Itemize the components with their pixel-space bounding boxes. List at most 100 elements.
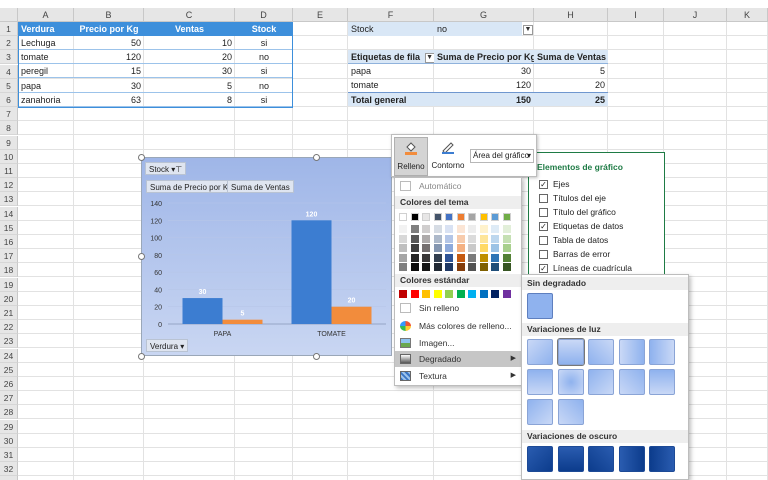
row-header[interactable]: 24: [0, 348, 18, 363]
color-swatch[interactable]: [422, 290, 430, 298]
color-swatch[interactable]: [445, 263, 453, 271]
color-swatch[interactable]: [410, 225, 419, 233]
row-header[interactable]: 14: [0, 206, 18, 221]
color-swatch[interactable]: [502, 213, 511, 221]
menu-item-gradient[interactable]: Degradado ▶: [395, 351, 521, 367]
column-header[interactable]: G: [434, 8, 534, 22]
checkbox[interactable]: [539, 208, 548, 218]
color-swatch[interactable]: [491, 213, 499, 221]
row-header[interactable]: 2: [0, 36, 18, 51]
row-header[interactable]: 17: [0, 249, 18, 264]
color-swatch[interactable]: [456, 244, 465, 252]
color-swatch[interactable]: [433, 263, 442, 271]
color-swatch[interactable]: [410, 290, 419, 298]
row-header[interactable]: 28: [0, 405, 18, 420]
color-swatch[interactable]: [422, 244, 430, 252]
outline-button[interactable]: Contorno: [430, 137, 466, 176]
menu-item-automatic[interactable]: Automático: [395, 178, 521, 194]
gradient-swatch[interactable]: [649, 446, 675, 472]
row-header[interactable]: 7: [0, 107, 18, 122]
row-header[interactable]: 15: [0, 220, 18, 235]
color-swatch[interactable]: [456, 253, 465, 262]
color-swatch[interactable]: [479, 290, 488, 298]
row-header[interactable]: 31: [0, 448, 18, 462]
color-swatch[interactable]: [479, 253, 488, 262]
color-swatch[interactable]: [422, 263, 430, 271]
column-header[interactable]: E: [293, 8, 348, 22]
color-swatch[interactable]: [433, 225, 442, 233]
menu-item-more-colors[interactable]: Más colores de relleno...: [395, 318, 521, 334]
no-gradient-swatch[interactable]: [527, 293, 553, 319]
color-swatch[interactable]: [399, 263, 407, 271]
row-header[interactable]: 18: [0, 263, 18, 278]
color-swatch[interactable]: [491, 244, 499, 252]
row-header[interactable]: 3: [0, 50, 18, 65]
checkbox[interactable]: [539, 194, 548, 204]
fill-button[interactable]: Relleno: [394, 137, 428, 176]
gradient-swatch[interactable]: [619, 369, 645, 395]
column-header[interactable]: J: [664, 8, 727, 22]
column-header[interactable]: K: [727, 8, 768, 22]
gradient-swatch[interactable]: [527, 446, 553, 472]
color-swatch[interactable]: [502, 263, 511, 271]
row-header[interactable]: 26: [0, 377, 18, 391]
color-swatch[interactable]: [433, 290, 442, 298]
pivot-row-label-header[interactable]: Etiquetas de fila ▼: [348, 50, 434, 64]
color-swatch[interactable]: [479, 213, 488, 221]
row-header[interactable]: 10: [0, 149, 18, 164]
menu-item-texture[interactable]: Textura ▶: [395, 368, 521, 384]
row-header[interactable]: 23: [0, 334, 18, 349]
gradient-swatch[interactable]: [527, 369, 553, 395]
color-swatch[interactable]: [399, 225, 407, 233]
color-swatch[interactable]: [433, 253, 442, 262]
color-swatch[interactable]: [468, 263, 476, 271]
gradient-swatch[interactable]: [588, 446, 614, 472]
color-swatch[interactable]: [445, 244, 453, 252]
chart-element-option[interactable]: Título del gráfico: [539, 205, 616, 219]
column-header[interactable]: A: [18, 8, 74, 22]
gradient-swatch[interactable]: [558, 399, 584, 425]
color-swatch[interactable]: [410, 263, 419, 271]
color-swatch[interactable]: [456, 263, 465, 271]
column-header[interactable]: I: [608, 8, 664, 22]
select-all-corner[interactable]: [0, 8, 18, 22]
color-swatch[interactable]: [445, 253, 453, 262]
gradient-swatch[interactable]: [527, 339, 553, 365]
column-header[interactable]: D: [235, 8, 293, 22]
color-swatch[interactable]: [502, 253, 511, 262]
color-swatch[interactable]: [502, 244, 511, 252]
resize-handle[interactable]: [138, 154, 145, 161]
checkbox[interactable]: ✓: [539, 264, 548, 274]
pivot-filter-value[interactable]: no: [434, 22, 522, 36]
gradient-swatch[interactable]: [619, 339, 645, 365]
color-swatch[interactable]: [456, 213, 465, 221]
row-header[interactable]: 20: [0, 291, 18, 306]
row-header[interactable]: 25: [0, 362, 18, 377]
color-swatch[interactable]: [491, 253, 499, 262]
color-swatch[interactable]: [491, 234, 499, 243]
chart-element-option[interactable]: Tabla de datos: [539, 233, 608, 247]
color-swatch[interactable]: [410, 234, 419, 243]
color-swatch[interactable]: [422, 234, 430, 243]
color-swatch[interactable]: [479, 225, 488, 233]
color-swatch[interactable]: [399, 234, 407, 243]
color-swatch[interactable]: [479, 234, 488, 243]
checkbox[interactable]: [539, 236, 548, 246]
axis-field-button[interactable]: Verdura ▾: [146, 339, 189, 352]
color-swatch[interactable]: [491, 263, 499, 271]
color-swatch[interactable]: [468, 244, 476, 252]
checkbox[interactable]: ✓: [539, 180, 548, 190]
chart-area-select[interactable]: Área del gráfico ▾: [470, 149, 534, 163]
filter-dropdown-icon[interactable]: ▼: [523, 24, 533, 35]
row-header[interactable]: 21: [0, 306, 18, 320]
menu-item-picture[interactable]: Imagen...: [395, 335, 521, 351]
row-header[interactable]: 4: [0, 64, 18, 79]
row-header[interactable]: 29: [0, 419, 18, 434]
color-swatch[interactable]: [502, 234, 511, 243]
color-swatch[interactable]: [468, 290, 476, 298]
color-swatch[interactable]: [456, 290, 465, 298]
color-swatch[interactable]: [399, 253, 407, 262]
color-swatch[interactable]: [502, 225, 511, 233]
resize-handle[interactable]: [313, 154, 320, 161]
gradient-swatch[interactable]: [558, 369, 584, 395]
